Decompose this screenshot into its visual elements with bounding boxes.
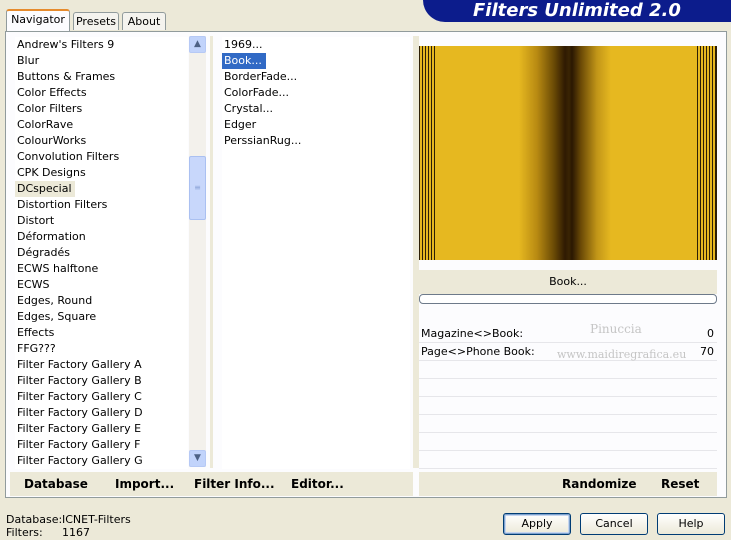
category-item[interactable]: Color Effects	[15, 85, 188, 101]
filter-item[interactable]: BorderFade...	[222, 69, 410, 85]
randomize-button[interactable]: Randomize	[562, 477, 636, 491]
category-item[interactable]: Andrew's Filters 9	[15, 37, 188, 53]
category-item[interactable]: Filter Factory Gallery B	[15, 373, 188, 389]
scroll-grip-icon: ≡	[194, 183, 201, 192]
watermark-name: Pinuccia	[590, 322, 642, 336]
current-filter-name: Book...	[419, 270, 717, 294]
category-item[interactable]: CPK Designs	[15, 165, 188, 181]
param-row-empty	[419, 362, 717, 379]
param-label: Page<>Phone Book:	[421, 345, 535, 358]
category-scrollbar[interactable]: ▲ ≡ ▼	[189, 36, 206, 467]
editor-button[interactable]: Editor...	[291, 477, 344, 491]
param-row-empty	[419, 398, 717, 415]
category-item[interactable]: Edges, Square	[15, 309, 188, 325]
category-item[interactable]: Filter Factory Gallery C	[15, 389, 188, 405]
filter-list[interactable]: 1969... Book... BorderFade... ColorFade... C…	[222, 37, 410, 469]
param-value[interactable]: 0	[707, 326, 714, 342]
tab-presets[interactable]: Presets	[73, 12, 119, 30]
watermark-url: www.maidiregrafica.eu	[557, 348, 687, 361]
category-item[interactable]: Edges, Round	[15, 293, 188, 309]
param-value[interactable]: 70	[700, 344, 714, 360]
filter-item[interactable]: 1969...	[222, 37, 410, 53]
param-row-empty	[419, 452, 717, 469]
filter-preview-image	[419, 46, 717, 260]
param-row-empty	[419, 416, 717, 433]
category-item[interactable]: Dégradés	[15, 245, 188, 261]
cancel-button[interactable]: Cancel	[580, 513, 648, 535]
database-value: ICNET-Filters	[62, 513, 131, 526]
database-button[interactable]: Database	[24, 477, 88, 491]
filter-item[interactable]: ColorFade...	[222, 85, 410, 101]
category-item[interactable]: Filter Factory Gallery A	[15, 357, 188, 373]
param-row-empty	[419, 434, 717, 451]
category-item[interactable]: ECWS halftone	[15, 261, 188, 277]
category-item[interactable]: Blur	[15, 53, 188, 69]
param-row-empty	[419, 380, 717, 397]
category-item[interactable]: ColourWorks	[15, 133, 188, 149]
filters-label: Filters:	[6, 526, 43, 539]
category-item[interactable]: Filter Factory Gallery D	[15, 405, 188, 421]
category-list[interactable]: Andrew's Filters 9 Blur Buttons & Frames Co…	[15, 37, 188, 469]
scroll-thumb[interactable]: ≡	[189, 156, 206, 220]
filter-item[interactable]: Crystal...	[222, 101, 410, 117]
app-title-banner: Filters Unlimited 2.0	[423, 0, 731, 22]
filters-count: 1167	[62, 526, 90, 539]
apply-button[interactable]: Apply	[503, 513, 571, 535]
category-item[interactable]: ColorRave	[15, 117, 188, 133]
category-item[interactable]: Distort	[15, 213, 188, 229]
database-label: Database:	[6, 513, 63, 526]
category-item[interactable]: Filter Factory Gallery G	[15, 453, 188, 469]
category-item[interactable]: ECWS	[15, 277, 188, 293]
filter-info-button[interactable]: Filter Info...	[194, 477, 275, 491]
category-item[interactable]: Distortion Filters	[15, 197, 188, 213]
reset-button[interactable]: Reset	[661, 477, 699, 491]
category-item[interactable]: Filter Factory Gallery E	[15, 421, 188, 437]
help-button[interactable]: Help	[657, 513, 725, 535]
category-item[interactable]: Convolution Filters	[15, 149, 188, 165]
category-item[interactable]: Effects	[15, 325, 188, 341]
chevron-up-icon[interactable]: ▲	[189, 36, 206, 53]
category-item[interactable]: DCspecial	[15, 181, 75, 197]
category-item[interactable]: Color Filters	[15, 101, 188, 117]
category-item[interactable]: Déformation	[15, 229, 188, 245]
progress-bar	[419, 294, 717, 304]
category-item[interactable]: Buttons & Frames	[15, 69, 188, 85]
filter-item[interactable]: PerssianRug...	[222, 133, 410, 149]
category-item[interactable]: FFG???	[15, 341, 188, 357]
filter-item[interactable]: Edger	[222, 117, 410, 133]
category-item[interactable]: Filter Factory Gallery F	[15, 437, 188, 453]
param-label: Magazine<>Book:	[421, 327, 524, 340]
chevron-down-icon[interactable]: ▼	[189, 450, 206, 467]
tab-navigator[interactable]: Navigator	[6, 9, 70, 31]
divider	[210, 36, 213, 468]
filter-item[interactable]: Book...	[222, 53, 266, 69]
param-row[interactable]: Magazine<>Book: 0	[419, 326, 717, 343]
tab-about[interactable]: About	[122, 12, 166, 30]
import-button[interactable]: Import...	[115, 477, 174, 491]
